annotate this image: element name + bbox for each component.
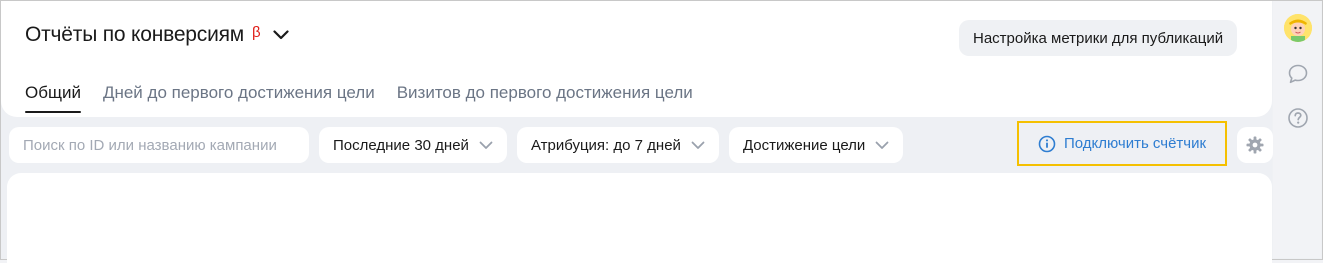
- tab-general[interactable]: Общий: [25, 83, 81, 113]
- metric-settings-button[interactable]: Настройка метрики для публикаций: [959, 20, 1238, 56]
- beta-badge: β: [252, 23, 261, 41]
- table-settings-button[interactable]: [1237, 127, 1273, 163]
- tab-visits-to-goal[interactable]: Визитов до первого достижения цели: [397, 83, 693, 113]
- connect-counter-button[interactable]: Подключить счётчик: [1017, 121, 1227, 166]
- search-input[interactable]: [9, 127, 309, 163]
- chat-icon[interactable]: [1287, 63, 1309, 85]
- right-rail: [1273, 1, 1321, 258]
- tab-days-to-goal[interactable]: Дней до первого достижения цели: [103, 83, 375, 113]
- main-area: Отчёты по конверсиям β Настройка метрики…: [1, 1, 1273, 263]
- connect-counter-label: Подключить счётчик: [1063, 135, 1207, 152]
- goal-label: Достижение цели: [742, 136, 866, 154]
- gear-icon: [1246, 136, 1264, 154]
- filters-bar: Последние 30 дней Атрибуция: до 7 дней Д…: [9, 127, 904, 163]
- chevron-down-icon: [875, 141, 889, 149]
- page-title: Отчёты по конверсиям: [25, 23, 245, 46]
- metric-settings-label: Настройка метрики для публикаций: [973, 29, 1224, 47]
- header-card: Отчёты по конверсиям β Настройка метрики…: [1, 1, 1272, 117]
- report-content: [7, 173, 1272, 263]
- info-icon: [1038, 135, 1056, 152]
- chevron-down-icon: [691, 141, 705, 149]
- title-row: Отчёты по конверсиям β: [25, 23, 289, 47]
- goal-dropdown[interactable]: Достижение цели: [728, 127, 904, 163]
- help-icon[interactable]: [1287, 107, 1309, 129]
- chevron-down-icon: [479, 141, 493, 149]
- period-dropdown[interactable]: Последние 30 дней: [319, 127, 507, 163]
- period-label: Последние 30 дней: [333, 136, 469, 154]
- attribution-dropdown[interactable]: Атрибуция: до 7 дней: [516, 127, 719, 163]
- chevron-down-icon[interactable]: [273, 27, 289, 43]
- avatar[interactable]: [1284, 14, 1312, 42]
- report-tabs: Общий Дней до первого достижения цели Ви…: [25, 83, 693, 113]
- attribution-label: Атрибуция: до 7 дней: [530, 136, 681, 154]
